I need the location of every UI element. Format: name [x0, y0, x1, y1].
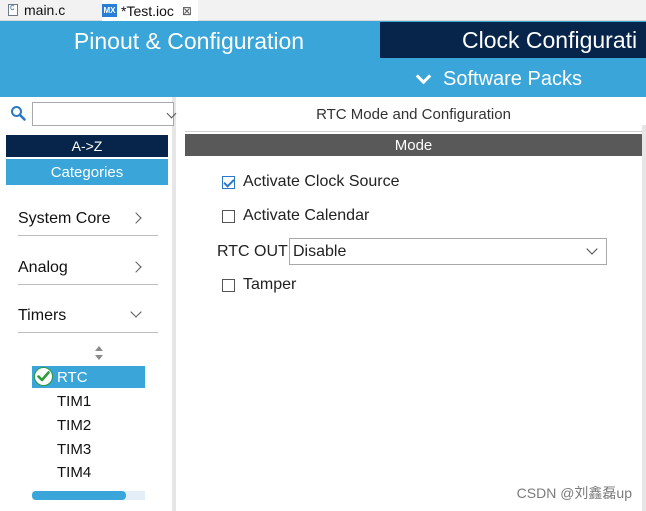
timer-item-label: TIM2 [57, 416, 92, 434]
timer-item-label: RTC [57, 368, 88, 386]
vertical-scrollbar[interactable] [642, 125, 646, 511]
timer-item-tim4[interactable]: TIM4 [32, 461, 145, 483]
category-label: Timers [18, 307, 67, 324]
close-tab-icon[interactable]: ⊠ [182, 4, 192, 18]
rtc-out-label: RTC OUT [217, 243, 288, 260]
mx-file-icon: MX [102, 4, 117, 17]
mode-section-header[interactable]: Mode [185, 134, 642, 156]
rtc-out-value: Disable [293, 242, 347, 260]
category-system-core[interactable]: System Core [18, 203, 158, 236]
timer-item-rtc[interactable]: RTC [32, 366, 145, 388]
timer-item-label: TIM3 [57, 440, 92, 458]
sort-arrows-icon[interactable] [94, 346, 104, 360]
timer-item-label: TIM1 [57, 392, 92, 410]
search-input[interactable] [32, 102, 177, 126]
editor-tab-label: *Test.ioc [121, 2, 174, 19]
chevron-down-icon [415, 68, 432, 84]
category-label: Analog [18, 259, 68, 276]
category-label: System Core [18, 210, 111, 227]
tab-pinout-configuration[interactable]: Pinout & Configuration [0, 21, 378, 61]
timer-item-tim3[interactable]: TIM3 [32, 438, 145, 460]
activate-clock-source-option[interactable]: Activate Clock Source [222, 171, 400, 193]
chevron-right-icon [130, 261, 142, 273]
chevron-down-icon[interactable] [166, 108, 177, 119]
option-label: Tamper [243, 276, 297, 293]
categories-button[interactable]: Categories [6, 159, 168, 185]
watermark-text: CSDN @刘鑫磊up [516, 485, 632, 501]
editor-tab-test-ioc[interactable]: MX *Test.ioc ⊠ [102, 0, 198, 21]
main-header: Pinout & Configuration Clock Configurati… [0, 21, 646, 97]
tab-clock-configuration[interactable]: Clock Configurati [380, 22, 646, 58]
activate-calendar-option[interactable]: Activate Calendar [222, 205, 369, 227]
option-label: Activate Clock Source [243, 173, 400, 190]
option-label: Activate Calendar [243, 207, 370, 224]
tamper-option[interactable]: Tamper [222, 274, 296, 296]
timer-item-tim2[interactable]: TIM2 [32, 414, 145, 436]
editor-tab-bar: main.c MX *Test.ioc ⊠ [0, 0, 646, 21]
scrollbar-thumb[interactable] [32, 491, 126, 500]
chevron-right-icon [130, 212, 142, 224]
software-packs-label: Software Packs [443, 67, 582, 90]
editor-tab-label: main.c [24, 2, 66, 18]
category-timers[interactable]: Timers [18, 300, 158, 333]
software-packs-menu[interactable]: Software Packs [380, 61, 646, 97]
timer-item-tim1[interactable]: TIM1 [32, 390, 145, 412]
editor-tab-main-c[interactable]: main.c [8, 0, 65, 20]
activate-calendar-checkbox[interactable] [222, 209, 235, 223]
search-icon [11, 106, 26, 121]
panel-title: RTC Mode and Configuration [185, 97, 642, 132]
enabled-check-icon [34, 367, 53, 386]
rtc-config-panel: RTC Mode and Configuration Mode Activate… [185, 97, 646, 511]
c-file-icon [8, 2, 18, 16]
categories-panel: A->Z Categories System Core Analog Timer… [0, 97, 177, 511]
chevron-down-icon [130, 306, 142, 318]
rtc-out-select[interactable]: Disable [289, 238, 607, 265]
timer-item-label: TIM4 [57, 463, 92, 481]
horizontal-scrollbar[interactable] [32, 491, 145, 500]
tamper-checkbox[interactable] [222, 278, 235, 292]
activate-clock-source-checkbox[interactable] [222, 175, 235, 189]
sort-az-button[interactable]: A->Z [6, 135, 168, 157]
category-analog[interactable]: Analog [18, 252, 158, 285]
chevron-down-icon[interactable] [586, 243, 598, 255]
